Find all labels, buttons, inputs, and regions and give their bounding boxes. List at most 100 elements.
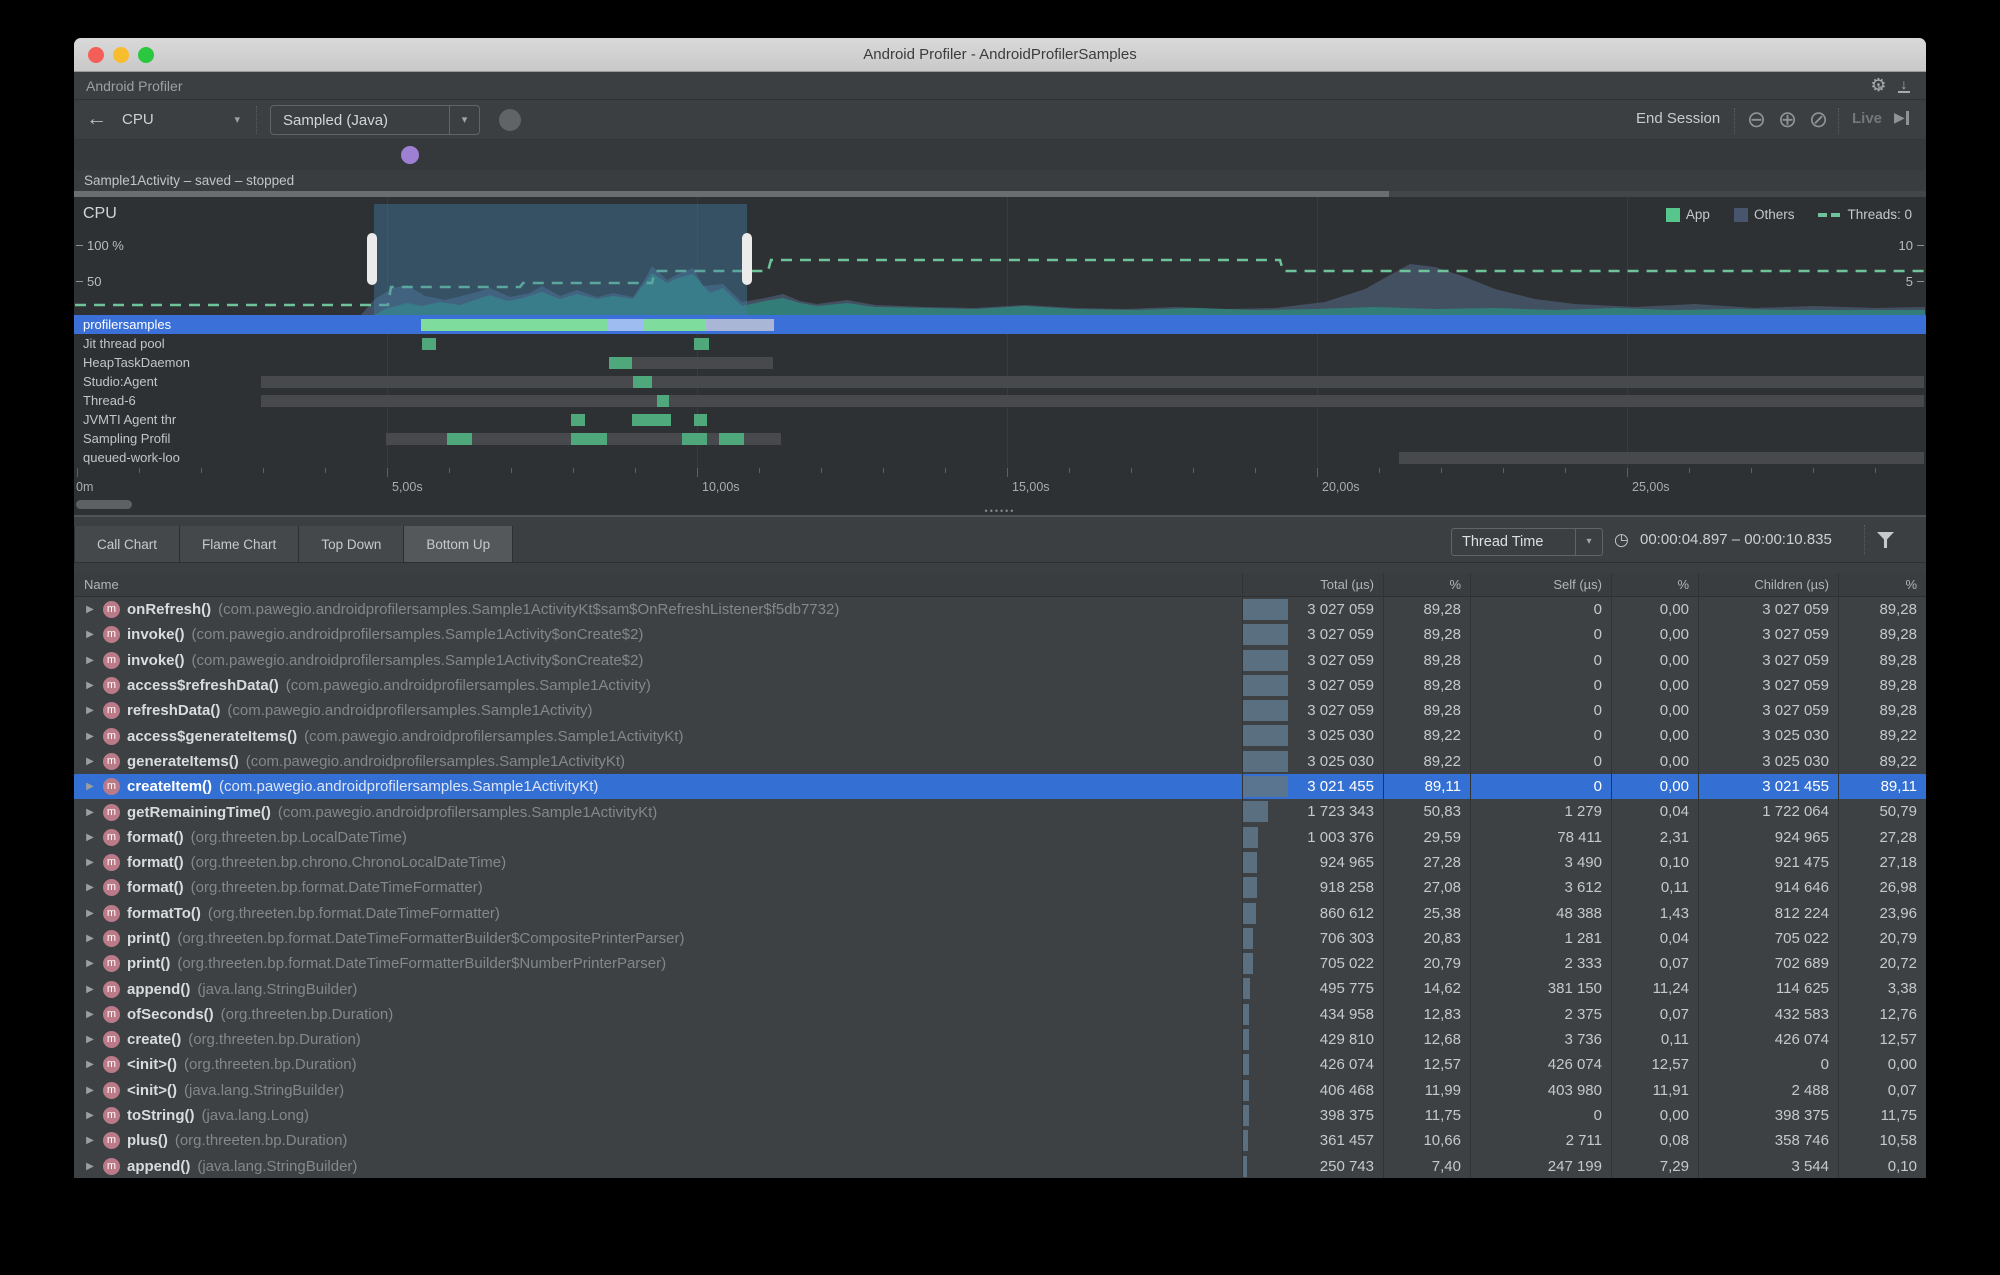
expand-arrow-icon[interactable]: ▶: [84, 680, 96, 691]
table-row[interactable]: ▶ m onRefresh() (com.pawegio.androidprof…: [74, 597, 1926, 623]
thread-row-jvmti-agent-thr[interactable]: JVMTI Agent thr: [74, 410, 1926, 429]
total-pct: 10,66: [1383, 1128, 1470, 1154]
export-download-icon[interactable]: ↓: [1896, 77, 1912, 93]
selection-left-handle[interactable]: [367, 233, 377, 285]
time-axis-label: 10,00s: [702, 480, 740, 494]
tab-flame-chart[interactable]: Flame Chart: [180, 526, 300, 562]
thread-row-profilersamples[interactable]: profilersamples: [74, 315, 1926, 334]
expand-arrow-icon[interactable]: ▶: [84, 655, 96, 666]
back-arrow-icon[interactable]: ←: [86, 107, 107, 131]
table-row[interactable]: ▶ m toString() (java.lang.Long) 398 375 …: [74, 1102, 1926, 1129]
tab-top-down[interactable]: Top Down: [299, 526, 405, 562]
skip-to-end-icon[interactable]: ▶: [1894, 109, 1909, 126]
thread-row-queued-work-loo[interactable]: queued-work-loo: [74, 448, 1926, 467]
tab-call-chart[interactable]: Call Chart: [74, 526, 181, 562]
expand-arrow-icon[interactable]: ▶: [84, 1161, 96, 1172]
live-button[interactable]: Live: [1852, 110, 1882, 127]
minor-tick: [1689, 468, 1690, 473]
expand-arrow-icon[interactable]: ▶: [84, 604, 96, 615]
column-header-self[interactable]: Self (µs): [1470, 573, 1611, 596]
titlebar[interactable]: Android Profiler - AndroidProfilerSample…: [74, 38, 1926, 72]
method-name: print(): [127, 955, 171, 973]
minor-tick: [1131, 468, 1132, 473]
table-row[interactable]: ▶ m create() (org.threeten.bp.Duration) …: [74, 1027, 1926, 1053]
column-header-children[interactable]: Children (µs): [1698, 573, 1838, 596]
expand-arrow-icon[interactable]: ▶: [84, 857, 96, 868]
expand-arrow-icon[interactable]: ▶: [84, 882, 96, 893]
table-row[interactable]: ▶ m ofSeconds() (org.threeten.bp.Duratio…: [74, 1001, 1926, 1028]
filter-icon[interactable]: [1877, 532, 1894, 548]
thread-row-jit-thread-pool[interactable]: Jit thread pool: [74, 334, 1926, 353]
expand-arrow-icon[interactable]: ▶: [84, 1034, 96, 1045]
expand-arrow-icon[interactable]: ▶: [84, 908, 96, 919]
end-session-button[interactable]: End Session: [1636, 110, 1720, 127]
table-row[interactable]: ▶ m <init>() (org.threeten.bp.Duration) …: [74, 1052, 1926, 1078]
table-row[interactable]: ▶ m access$generateItems() (com.pawegio.…: [74, 723, 1926, 749]
table-row[interactable]: ▶ m append() (java.lang.StringBuilder) 2…: [74, 1153, 1926, 1178]
column-header-name[interactable]: Name: [74, 573, 1242, 596]
sessions-timeline[interactable]: [74, 140, 1926, 170]
expand-arrow-icon[interactable]: ▶: [84, 756, 96, 767]
table-row[interactable]: ▶ m print() (org.threeten.bp.format.Date…: [74, 925, 1926, 952]
column-header-children-pct[interactable]: %: [1838, 573, 1926, 596]
expand-arrow-icon[interactable]: ▶: [84, 1009, 96, 1020]
table-row[interactable]: ▶ m access$refreshData() (com.pawegio.an…: [74, 672, 1926, 699]
expand-arrow-icon[interactable]: ▶: [84, 1110, 96, 1121]
expand-arrow-icon[interactable]: ▶: [84, 1059, 96, 1070]
profiler-type-dropdown[interactable]: CPU ▾: [116, 108, 244, 132]
table-row[interactable]: ▶ m createItem() (com.pawegio.androidpro…: [74, 774, 1926, 800]
splitter-handle[interactable]: ••••••: [74, 506, 1926, 516]
minor-tick: [1193, 468, 1194, 473]
expand-arrow-icon[interactable]: ▶: [84, 705, 96, 716]
app-swatch-icon: [1665, 207, 1680, 222]
method-class: (com.pawegio.androidprofilersamples.Samp…: [304, 727, 684, 745]
expand-arrow-icon[interactable]: ▶: [84, 629, 96, 640]
column-header-total[interactable]: Total (µs): [1242, 573, 1383, 596]
table-row[interactable]: ▶ m append() (java.lang.StringBuilder) 4…: [74, 976, 1926, 1002]
table-row[interactable]: ▶ m print() (org.threeten.bp.format.Date…: [74, 951, 1926, 977]
thread-row-sampling-profil[interactable]: Sampling Profil: [74, 429, 1926, 448]
method-icon: m: [103, 727, 120, 745]
table-row[interactable]: ▶ m plus() (org.threeten.bp.Duration) 36…: [74, 1128, 1926, 1154]
table-row[interactable]: ▶ m formatTo() (org.threeten.bp.format.D…: [74, 900, 1926, 926]
thread-row-heaptaskdaemon[interactable]: HeapTaskDaemon: [74, 353, 1926, 372]
session-marker-dot[interactable]: [401, 146, 419, 164]
table-row[interactable]: ▶ m refreshData() (com.pawegio.androidpr…: [74, 698, 1926, 724]
table-row[interactable]: ▶ m <init>() (java.lang.StringBuilder) 4…: [74, 1077, 1926, 1103]
selection-right-handle[interactable]: [742, 233, 752, 285]
table-row[interactable]: ▶ m generateItems() (com.pawegio.android…: [74, 748, 1926, 775]
column-header-total-pct[interactable]: %: [1383, 573, 1470, 596]
expand-arrow-icon[interactable]: ▶: [84, 731, 96, 742]
tab-bottom-up[interactable]: Bottom Up: [404, 526, 514, 562]
thread-row-thread-6[interactable]: Thread-6: [74, 391, 1926, 410]
column-header-self-pct[interactable]: %: [1611, 573, 1698, 596]
reset-zoom-button[interactable]: ⊘: [1807, 108, 1830, 131]
table-row[interactable]: ▶ m format() (org.threeten.bp.format.Dat…: [74, 875, 1926, 901]
children-value: 0: [1698, 1052, 1838, 1078]
expand-arrow-icon[interactable]: ▶: [84, 832, 96, 843]
metric-dropdown[interactable]: Thread Time ▾: [1451, 528, 1603, 556]
table-row[interactable]: ▶ m format() (org.threeten.bp.chrono.Chr…: [74, 849, 1926, 876]
expand-arrow-icon[interactable]: ▶: [84, 958, 96, 969]
settings-gear-icon[interactable]: ⚙▾: [1870, 75, 1886, 96]
expand-arrow-icon[interactable]: ▶: [84, 1135, 96, 1146]
table-row[interactable]: ▶ m getRemainingTime() (com.pawegio.andr…: [74, 799, 1926, 825]
cpu-panel-title: CPU: [83, 205, 117, 222]
expand-arrow-icon[interactable]: ▶: [84, 1085, 96, 1096]
method-icon: m: [103, 601, 120, 619]
table-row[interactable]: ▶ m invoke() (com.pawegio.androidprofile…: [74, 622, 1926, 648]
table-row[interactable]: ▶ m invoke() (com.pawegio.androidprofile…: [74, 647, 1926, 673]
expand-arrow-icon[interactable]: ▶: [84, 933, 96, 944]
thread-row-studio-agent[interactable]: Studio:Agent: [74, 372, 1926, 391]
expand-arrow-icon[interactable]: ▶: [84, 781, 96, 792]
expand-arrow-icon[interactable]: ▶: [84, 984, 96, 995]
recording-mode-dropdown[interactable]: Sampled (Java) ▾: [270, 105, 480, 135]
self-pct: 0,00: [1611, 748, 1698, 775]
record-button[interactable]: [499, 109, 521, 131]
y-axis-label-50: 50: [76, 274, 101, 289]
timeline-selection-region[interactable]: [374, 204, 747, 315]
expand-arrow-icon[interactable]: ▶: [84, 807, 96, 818]
zoom-out-button[interactable]: ⊖: [1745, 108, 1768, 131]
zoom-in-button[interactable]: ⊕: [1776, 108, 1799, 131]
table-row[interactable]: ▶ m format() (org.threeten.bp.LocalDateT…: [74, 824, 1926, 850]
